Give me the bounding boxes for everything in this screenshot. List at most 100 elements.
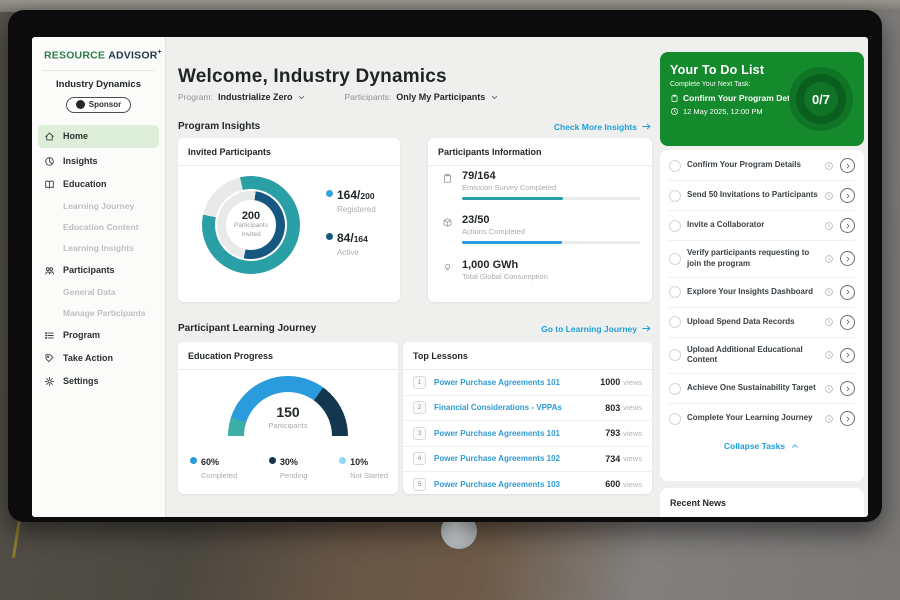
task-row-verify-participants[interactable]: Verify participants requesting to join t… bbox=[669, 241, 855, 278]
task-open-button[interactable] bbox=[840, 251, 855, 266]
page-title: Welcome, Industry Dynamics bbox=[178, 66, 447, 88]
monitor-bezel: RESOURCE ADVISOR+ Industry Dynamics Spon… bbox=[8, 10, 882, 522]
insights-icon bbox=[44, 156, 55, 167]
clock-icon bbox=[670, 107, 679, 116]
legend-dot bbox=[326, 233, 333, 240]
task-row-achieve-target[interactable]: Achieve One Sustainability Target bbox=[669, 374, 855, 404]
learning-journey-title: Participant Learning Journey bbox=[178, 323, 316, 334]
plant-stem bbox=[12, 518, 21, 558]
task-checkbox[interactable] bbox=[669, 286, 681, 298]
lesson-title-link[interactable]: Power Purchase Agreements 103 bbox=[434, 480, 605, 489]
task-checkbox[interactable] bbox=[669, 383, 681, 395]
recent-news-title: Recent News bbox=[670, 498, 854, 508]
list-icon bbox=[44, 330, 55, 341]
chevron-down-icon bbox=[490, 93, 499, 102]
clipboard-icon bbox=[670, 94, 679, 103]
task-row-upload-spend-data[interactable]: Upload Spend Data Records bbox=[669, 308, 855, 338]
task-open-button[interactable] bbox=[840, 381, 855, 396]
task-checkbox[interactable] bbox=[669, 190, 681, 202]
lesson-title-link[interactable]: Financial Considerations - VPPAs bbox=[434, 403, 605, 412]
task-open-button[interactable] bbox=[840, 188, 855, 203]
clock-icon bbox=[824, 317, 834, 327]
legend-active: 84/164 Active bbox=[326, 229, 376, 257]
progress-bar bbox=[462, 241, 640, 244]
lesson-title-link[interactable]: Power Purchase Agreements 102 bbox=[434, 454, 605, 463]
lesson-rank: 3 bbox=[413, 427, 426, 440]
lesson-rank: 2 bbox=[413, 401, 426, 414]
sidebar-item-program[interactable]: Program bbox=[32, 324, 165, 347]
go-to-learning-journey-link[interactable]: Go to Learning Journey bbox=[541, 323, 652, 334]
task-row-upload-educational-content[interactable]: Upload Additional Educational Content bbox=[669, 338, 855, 375]
todo-task-list: Confirm Your Program Details Send 50 Inv… bbox=[660, 150, 864, 481]
sidebar-item-insights[interactable]: Insights bbox=[32, 150, 165, 173]
sidebar-nav: Home Insights Education Learning Journey… bbox=[32, 125, 165, 393]
participants-filter[interactable]: Participants: Only My Participants bbox=[344, 92, 499, 102]
card-title: Participants Information bbox=[428, 138, 652, 166]
task-open-button[interactable] bbox=[840, 411, 855, 426]
chevron-up-icon bbox=[790, 441, 800, 451]
sidebar-item-settings[interactable]: Settings bbox=[32, 370, 165, 393]
lesson-title-link[interactable]: Power Purchase Agreements 101 bbox=[434, 378, 600, 387]
sidebar-item-participants[interactable]: Participants bbox=[32, 259, 165, 282]
task-row-invite-collaborator[interactable]: Invite a Collaborator bbox=[669, 211, 855, 241]
task-row-explore-insights[interactable]: Explore Your Insights Dashboard bbox=[669, 278, 855, 308]
consumption-icon bbox=[442, 262, 453, 273]
todo-header-card: Your To Do List Complete Your Next Task:… bbox=[660, 52, 864, 146]
donut-legend: 164/200 Registered 84/164 Active bbox=[326, 186, 376, 272]
collapse-tasks-link[interactable]: Collapse Tasks bbox=[669, 433, 855, 457]
task-checkbox[interactable] bbox=[669, 349, 681, 361]
task-row-confirm-program[interactable]: Confirm Your Program Details bbox=[669, 151, 855, 181]
dashboard-screen: RESOURCE ADVISOR+ Industry Dynamics Spon… bbox=[32, 37, 868, 517]
lesson-row: 3 Power Purchase Agreements 101 793views bbox=[403, 421, 652, 447]
task-checkbox[interactable] bbox=[669, 220, 681, 232]
chevron-right-icon bbox=[844, 385, 852, 393]
chevron-right-icon bbox=[844, 255, 852, 263]
gauge-center: 150 Participants bbox=[178, 404, 398, 430]
chevron-right-icon bbox=[844, 222, 852, 230]
task-checkbox[interactable] bbox=[669, 160, 681, 172]
chevron-right-icon bbox=[844, 192, 852, 200]
legend-pending: 30% Pending bbox=[269, 452, 308, 480]
legend-not-started: 10% Not Started bbox=[339, 452, 388, 480]
task-checkbox[interactable] bbox=[669, 253, 681, 265]
sidebar-item-education-content[interactable]: Education Content bbox=[32, 217, 165, 238]
people-icon bbox=[44, 265, 55, 276]
invited-participants-card: Invited Participants 200 Participants In… bbox=[178, 138, 400, 302]
task-row-send-invitations[interactable]: Send 50 Invitations to Participants bbox=[669, 181, 855, 211]
task-checkbox[interactable] bbox=[669, 316, 681, 328]
task-open-button[interactable] bbox=[840, 158, 855, 173]
tag-icon bbox=[44, 353, 55, 364]
sidebar-item-general-data[interactable]: General Data bbox=[32, 282, 165, 303]
clock-icon bbox=[824, 350, 834, 360]
sidebar-item-home[interactable]: Home bbox=[38, 125, 159, 148]
sidebar-item-education[interactable]: Education bbox=[32, 173, 165, 196]
sidebar-item-learning-insights[interactable]: Learning Insights bbox=[32, 238, 165, 259]
legend-dot bbox=[269, 457, 276, 464]
check-more-insights-link[interactable]: Check More Insights bbox=[554, 121, 652, 132]
filters-row: Program: Industrialize Zero Participants… bbox=[178, 92, 499, 102]
arrow-right-icon bbox=[641, 323, 652, 334]
resource-advisor-logo: RESOURCE ADVISOR+ bbox=[32, 47, 165, 70]
task-checkbox[interactable] bbox=[669, 413, 681, 425]
task-open-button[interactable] bbox=[840, 285, 855, 300]
legend-completed: 60% Completed bbox=[190, 452, 237, 480]
clock-icon bbox=[824, 287, 834, 297]
legend-dot bbox=[339, 457, 346, 464]
sidebar-item-learning-journey[interactable]: Learning Journey bbox=[32, 196, 165, 217]
lesson-row: 1 Power Purchase Agreements 101 1000view… bbox=[403, 370, 652, 396]
sidebar: RESOURCE ADVISOR+ Industry Dynamics Spon… bbox=[32, 37, 166, 517]
sidebar-item-take-action[interactable]: Take Action bbox=[32, 347, 165, 370]
task-row-complete-learning-journey[interactable]: Complete Your Learning Journey bbox=[669, 404, 855, 433]
task-open-button[interactable] bbox=[840, 348, 855, 363]
clock-icon bbox=[824, 221, 834, 231]
task-open-button[interactable] bbox=[840, 315, 855, 330]
task-open-button[interactable] bbox=[840, 218, 855, 233]
clock-icon bbox=[824, 414, 834, 424]
lesson-title-link[interactable]: Power Purchase Agreements 101 bbox=[434, 429, 605, 438]
program-filter[interactable]: Program: Industrialize Zero bbox=[178, 92, 306, 102]
home-icon bbox=[44, 131, 55, 142]
sidebar-item-manage-participants[interactable]: Manage Participants bbox=[32, 303, 165, 324]
arrow-right-icon bbox=[641, 121, 652, 132]
sponsor-icon bbox=[76, 100, 85, 109]
lesson-rank: 4 bbox=[413, 452, 426, 465]
